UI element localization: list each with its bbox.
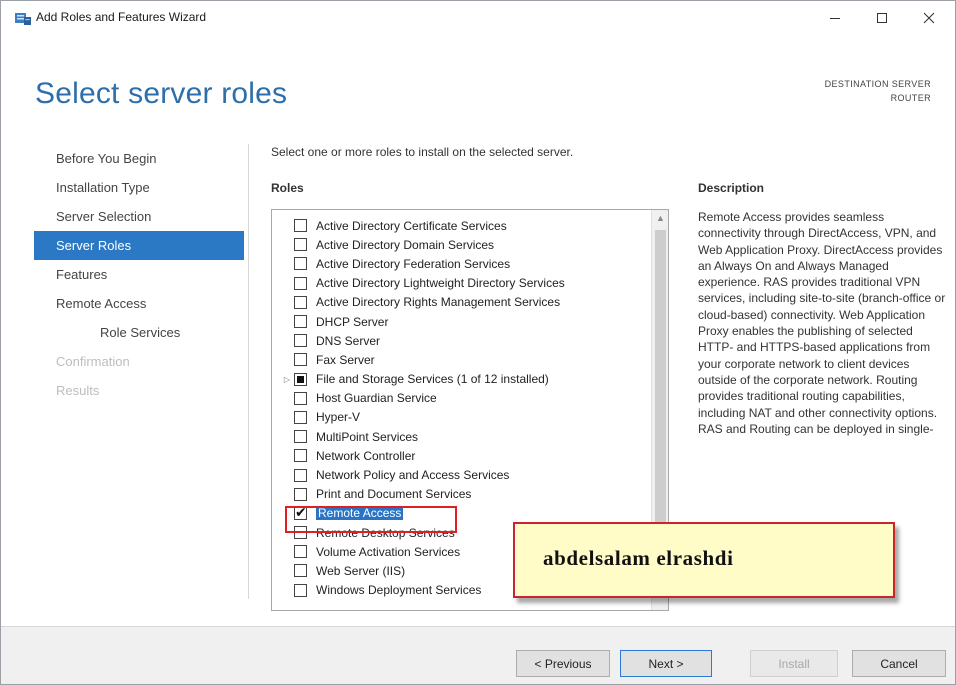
role-label: DHCP Server (316, 314, 389, 329)
watermark-text: abdelsalam elrashdi (543, 546, 734, 570)
nav-divider (248, 144, 249, 599)
minimize-icon (830, 18, 840, 19)
description-heading: Description (698, 181, 765, 195)
role-checkbox[interactable] (294, 238, 307, 252)
role-row[interactable]: Network Controller (272, 446, 652, 465)
remote-access-highlight (285, 506, 457, 533)
role-checkbox[interactable] (294, 353, 307, 367)
role-row[interactable]: Hyper-V (272, 408, 652, 427)
wizard-nav: Before You Begin Installation Type Serve… (34, 144, 244, 405)
role-row[interactable]: Host Guardian Service (272, 389, 652, 408)
nav-item-server-roles[interactable]: Server Roles (34, 231, 244, 260)
role-label: Active Directory Rights Management Servi… (316, 295, 561, 310)
role-row[interactable]: MultiPoint Services (272, 427, 652, 446)
role-checkbox[interactable] (294, 449, 307, 463)
nav-item-server-selection[interactable]: Server Selection (34, 202, 244, 231)
role-row[interactable]: Fax Server (272, 350, 652, 369)
role-row[interactable]: ▷ File and Storage Services (1 of 12 inst… (272, 370, 652, 389)
window-title: Add Roles and Features Wizard (36, 10, 207, 24)
author-watermark: abdelsalam elrashdi (513, 522, 895, 598)
role-label: Fax Server (316, 352, 375, 367)
destination-server-name: ROUTER (890, 93, 931, 103)
install-button: Install (750, 650, 838, 677)
wizard-window: Add Roles and Features Wizard Select ser… (0, 0, 956, 685)
role-label: Active Directory Lightweight Directory S… (316, 276, 565, 291)
nav-item-role-services[interactable]: Role Services (34, 318, 244, 347)
nav-item-installation-type[interactable]: Installation Type (34, 173, 244, 202)
scroll-up-arrow-icon[interactable]: ▲ (652, 210, 668, 227)
role-row[interactable]: Active Directory Lightweight Directory S… (272, 274, 652, 293)
cancel-button[interactable]: Cancel (852, 650, 946, 677)
role-description: Remote Access provides seamless connecti… (698, 210, 946, 436)
role-row[interactable]: DHCP Server (272, 312, 652, 331)
nav-item-features[interactable]: Features (34, 260, 244, 289)
role-checkbox[interactable] (294, 468, 307, 482)
role-row[interactable]: Active Directory Federation Services (272, 254, 652, 273)
role-checkbox[interactable] (294, 487, 307, 501)
role-row[interactable]: Active Directory Certificate Services (272, 216, 652, 235)
role-row[interactable]: Network Policy and Access Services (272, 465, 652, 484)
title-bar[interactable]: Add Roles and Features Wizard (1, 1, 955, 35)
role-checkbox[interactable] (294, 410, 307, 424)
role-row[interactable]: DNS Server (272, 331, 652, 350)
role-label: Active Directory Domain Services (316, 237, 495, 252)
role-checkbox[interactable] (294, 276, 307, 290)
instruction-text: Select one or more roles to install on t… (271, 145, 574, 159)
previous-button[interactable]: < Previous (516, 650, 610, 677)
role-checkbox[interactable] (294, 219, 307, 233)
page-title: Select server roles (35, 77, 288, 110)
role-row[interactable]: Active Directory Rights Management Servi… (272, 293, 652, 312)
role-label: Hyper-V (316, 410, 361, 425)
role-row[interactable]: Active Directory Domain Services (272, 235, 652, 254)
role-checkbox[interactable] (294, 545, 307, 559)
nav-item-results: Results (56, 383, 100, 398)
close-icon (923, 12, 935, 24)
role-label: Active Directory Federation Services (316, 256, 511, 271)
role-checkbox[interactable] (294, 295, 307, 309)
role-label: Host Guardian Service (316, 391, 437, 406)
role-label: Network Policy and Access Services (316, 468, 510, 483)
role-row[interactable]: Print and Document Services (272, 485, 652, 504)
role-checkbox[interactable] (294, 430, 307, 444)
role-checkbox[interactable] (294, 391, 307, 405)
destination-server-label: DESTINATION SERVER (824, 79, 931, 89)
role-checkbox[interactable] (294, 257, 307, 271)
role-label: Print and Document Services (316, 487, 472, 502)
role-label: Active Directory Certificate Services (316, 218, 507, 233)
minimize-button[interactable] (813, 5, 857, 31)
next-button[interactable]: Next > (620, 650, 712, 677)
role-label: Web Server (IIS) (316, 563, 406, 578)
role-checkbox[interactable] (294, 583, 307, 597)
role-label: Volume Activation Services (316, 544, 461, 559)
role-checkbox[interactable] (294, 334, 307, 348)
role-checkbox[interactable] (294, 372, 307, 386)
role-checkbox[interactable] (294, 315, 307, 329)
scroll-thumb[interactable] (655, 230, 666, 530)
maximize-button[interactable] (860, 5, 904, 31)
maximize-icon (877, 13, 887, 23)
role-label: Windows Deployment Services (316, 583, 482, 598)
close-button[interactable] (907, 5, 951, 31)
nav-item-remote-access[interactable]: Remote Access (34, 289, 244, 318)
role-label: DNS Server (316, 333, 381, 348)
nav-item-confirmation: Confirmation (56, 354, 130, 369)
server-manager-icon (15, 11, 31, 25)
role-checkbox[interactable] (294, 564, 307, 578)
role-label: Network Controller (316, 448, 416, 463)
expand-arrow-icon[interactable]: ▷ (272, 375, 294, 384)
roles-heading: Roles (271, 181, 304, 195)
role-label: File and Storage Services (1 of 12 insta… (316, 372, 549, 387)
role-label: MultiPoint Services (316, 429, 419, 444)
nav-item-before-you-begin[interactable]: Before You Begin (34, 144, 244, 173)
